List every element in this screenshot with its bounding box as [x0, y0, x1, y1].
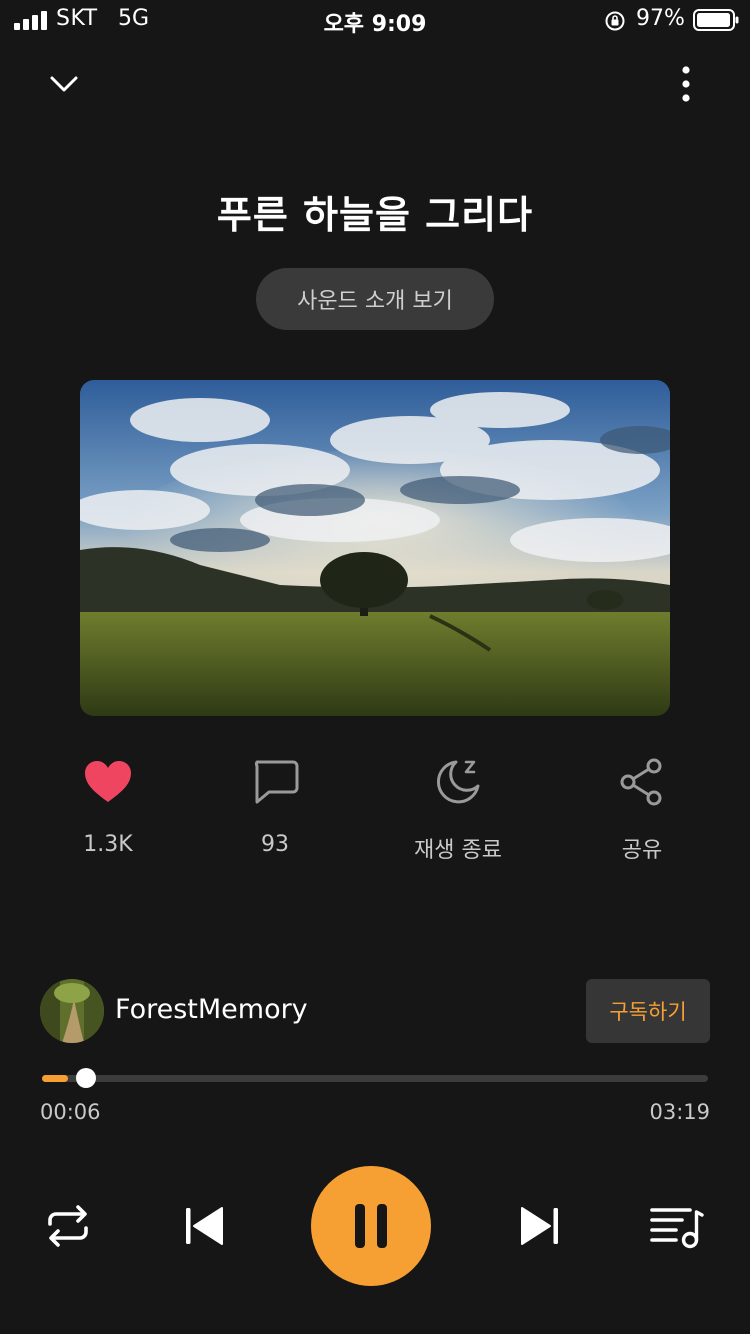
total-time: 03:19: [649, 1100, 710, 1124]
pause-button[interactable]: [311, 1166, 431, 1286]
creator-avatar[interactable]: [40, 979, 104, 1043]
progress-track[interactable]: [42, 1075, 708, 1082]
progress-fill: [42, 1075, 68, 1082]
more-options-icon[interactable]: [666, 62, 706, 106]
like-count: 1.3K: [83, 832, 133, 857]
battery-icon: [693, 9, 739, 31]
progress-handle[interactable]: [75, 1068, 96, 1088]
moon-icon[interactable]: [432, 756, 484, 808]
heart-icon[interactable]: [82, 756, 134, 808]
share-label: 공유: [621, 838, 663, 863]
cover-image: [80, 380, 670, 716]
next-track-icon[interactable]: [510, 1196, 570, 1256]
sleep-timer-action[interactable]: 재생 종료: [388, 756, 528, 866]
battery-percent: 97%: [636, 6, 685, 31]
previous-track-icon[interactable]: [174, 1196, 234, 1256]
current-time: 00:06: [40, 1100, 101, 1124]
creator-name[interactable]: ForestMemory: [115, 994, 308, 1025]
subscribe-button[interactable]: 구독하기: [586, 979, 710, 1043]
rotation-lock-icon: [605, 11, 625, 31]
pause-icon: [355, 1204, 387, 1248]
share-icon[interactable]: [616, 756, 668, 808]
repeat-icon[interactable]: [38, 1196, 98, 1256]
comment-action[interactable]: 93: [205, 756, 345, 866]
status-bar: SKT 5G 오후 9:09 97%: [0, 0, 750, 40]
sound-intro-button[interactable]: 사운드 소개 보기: [256, 268, 494, 330]
playlist-icon[interactable]: [646, 1196, 706, 1256]
comment-count: 93: [261, 832, 289, 857]
collapse-chevron-down-icon[interactable]: [44, 66, 84, 102]
sleep-timer-label: 재생 종료: [414, 838, 502, 863]
comment-icon[interactable]: [249, 756, 301, 808]
share-action[interactable]: 공유: [572, 756, 712, 866]
like-action[interactable]: 1.3K: [38, 756, 178, 866]
sound-title: 푸른 하늘을 그리다: [216, 193, 534, 237]
